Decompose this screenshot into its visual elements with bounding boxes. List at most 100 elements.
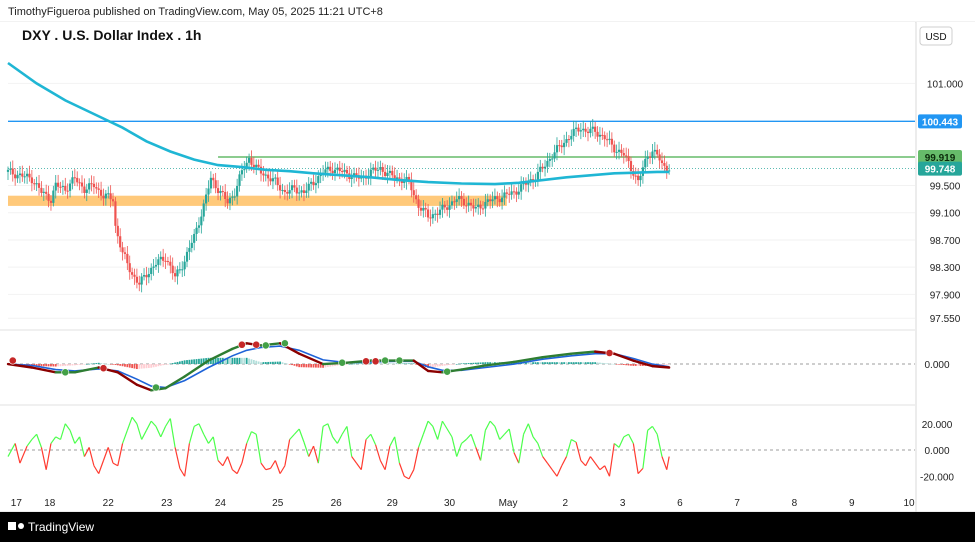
candle-body — [455, 199, 458, 202]
candle-body — [247, 157, 251, 163]
candle-body — [508, 193, 511, 195]
macd-fast-line-segment — [426, 369, 444, 374]
candle-body — [54, 182, 57, 191]
candle-body — [90, 183, 93, 185]
candle-body — [264, 174, 267, 176]
candle-body — [243, 169, 246, 171]
macd-histogram-bar — [112, 364, 114, 365]
candle-body — [553, 152, 556, 159]
candle-body — [653, 149, 656, 152]
macd-histogram-bar — [467, 363, 470, 365]
macd-histogram-bar — [532, 362, 535, 365]
candle-body — [622, 152, 625, 156]
macd-histogram-bar — [434, 364, 437, 367]
candle-body — [238, 174, 241, 186]
resistance-line-price-label: 100.443 — [922, 117, 959, 128]
candle-body — [59, 186, 62, 188]
macd-histogram-bar — [128, 364, 131, 368]
chart-canvas[interactable]: TimothyFigueroa published on TradingView… — [0, 0, 975, 542]
macd-histogram-bar — [248, 358, 250, 365]
macd-histogram-bar — [181, 360, 184, 365]
candle-body — [255, 164, 258, 168]
macd-histogram-bar — [252, 360, 255, 365]
candle-body — [30, 177, 33, 184]
macd-histogram-bar — [157, 364, 160, 367]
candle-body — [216, 188, 220, 194]
candle-body — [345, 169, 349, 174]
candle-body — [374, 167, 377, 171]
macd-histogram-bar — [198, 358, 200, 365]
macd-histogram-bar — [174, 362, 176, 365]
macd-histogram-bar — [145, 364, 148, 369]
macd-histogram-bar — [369, 362, 372, 365]
support-zone[interactable] — [8, 195, 507, 206]
macd-histogram-bar — [541, 362, 544, 365]
candle-body — [200, 216, 203, 226]
candle-body — [536, 171, 539, 180]
candle-body — [503, 192, 506, 198]
candle-body — [324, 169, 327, 173]
macd-histogram-bar — [479, 362, 482, 365]
macd-histogram-bar — [472, 362, 475, 365]
candle-body — [183, 261, 186, 270]
candle-body — [97, 188, 100, 190]
candle-body — [436, 213, 439, 215]
macd-histogram-bar — [307, 364, 310, 368]
candle-body — [150, 267, 153, 274]
macd-histogram-bar — [116, 364, 119, 366]
candle-body — [145, 275, 148, 278]
candle-body — [78, 182, 81, 184]
macd-histogram-bar — [190, 359, 193, 365]
candle-body — [517, 191, 520, 195]
macd-histogram-bar — [630, 364, 632, 366]
candle-body — [152, 266, 155, 268]
macd-histogram-bar — [155, 364, 157, 367]
publish-line: TimothyFigueroa published on TradingView… — [8, 6, 383, 18]
macd-histogram-bar — [355, 363, 358, 365]
candle-body — [212, 177, 215, 181]
candle-body — [551, 158, 554, 160]
tradingview-logo-icon — [8, 522, 24, 530]
candle-body — [567, 139, 571, 141]
macd-histogram-bar — [243, 357, 246, 365]
candle-body — [512, 191, 516, 193]
candle-body — [126, 253, 129, 264]
candle-body — [88, 183, 91, 190]
candle-body — [329, 166, 332, 171]
candle-body — [71, 177, 74, 184]
macd-cross-dot — [371, 357, 380, 366]
macd-histogram-bar — [250, 359, 253, 365]
macd-histogram-bar — [632, 364, 635, 366]
candle-body — [446, 207, 449, 210]
macd-histogram-bar — [637, 364, 640, 366]
macd-histogram-bar — [587, 362, 589, 365]
macd-histogram-bar — [448, 364, 451, 365]
macd-histogram-bar — [319, 364, 322, 368]
candle-body — [646, 156, 649, 159]
macd-histogram-bar — [81, 364, 83, 365]
macd-histogram-bar — [76, 364, 79, 366]
candle-body — [116, 225, 119, 237]
candle-body — [496, 196, 499, 200]
candle-body — [548, 158, 551, 161]
macd-histogram-bar — [57, 364, 60, 367]
candle-body — [543, 166, 547, 169]
candle-body — [274, 177, 277, 179]
candle-body — [338, 167, 341, 172]
candle-body — [45, 191, 48, 194]
macd-histogram-bar — [54, 364, 57, 367]
candle-body — [448, 205, 451, 210]
candle-body — [202, 203, 205, 217]
candle-body — [489, 199, 492, 202]
candle-body — [450, 201, 454, 206]
candle-body — [415, 195, 418, 200]
macd-histogram-bar — [272, 361, 274, 365]
macd-cross-dot — [362, 357, 370, 366]
candle-body — [663, 163, 666, 166]
candle-body — [500, 197, 504, 203]
candle-body — [629, 161, 633, 171]
candle-body — [154, 264, 158, 267]
macd-histogram-bar — [553, 362, 556, 365]
price-tick-label: 98.700 — [930, 236, 961, 247]
candle-body — [114, 201, 117, 226]
